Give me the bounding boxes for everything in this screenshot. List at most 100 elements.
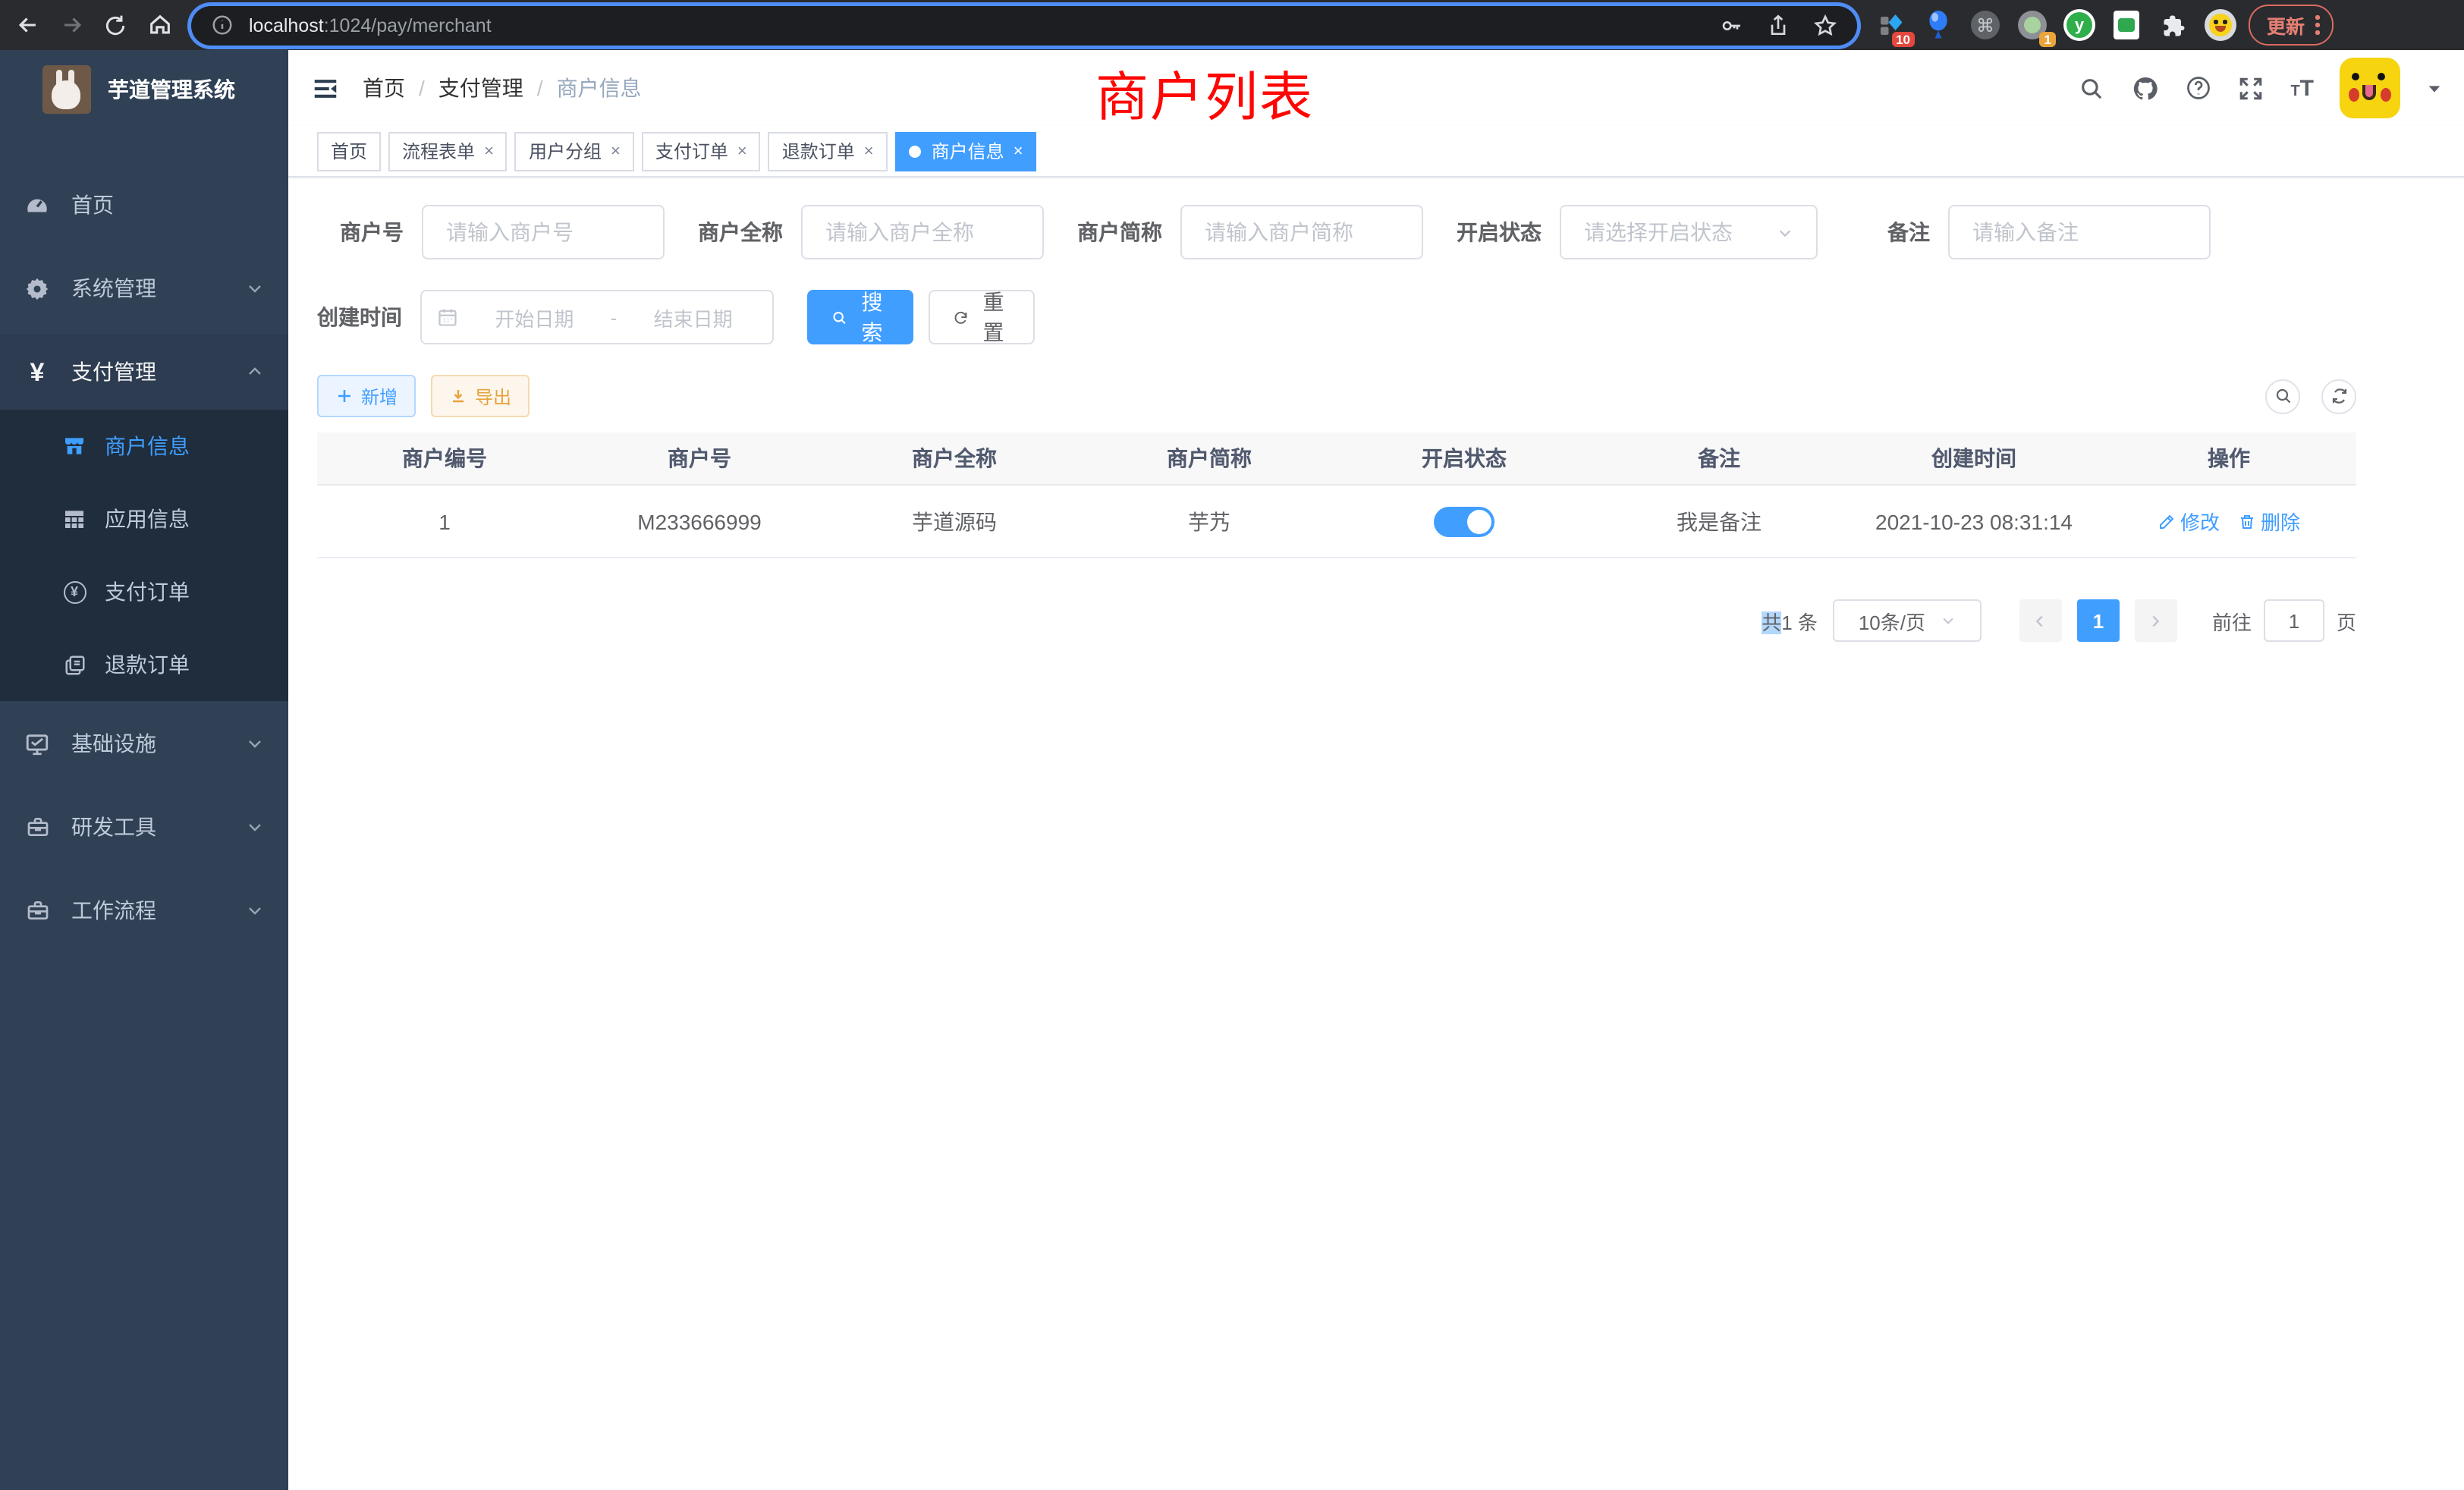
goto-label: 前往 [2212, 606, 2252, 635]
cell-short-name: 芋艿 [1082, 486, 1337, 557]
site-info-icon[interactable] [211, 14, 234, 36]
extension-badge: 1 [2040, 31, 2056, 47]
bookmark-star-icon[interactable] [1813, 13, 1837, 37]
delete-link[interactable]: 删除 [2238, 507, 2300, 536]
close-icon[interactable]: × [1014, 142, 1023, 160]
extensions-row: 10 ⌘ 1 y [1875, 9, 2236, 41]
monitor-icon [24, 731, 50, 756]
cell-merchant-index: 1 [317, 486, 572, 557]
store-icon [62, 434, 86, 458]
tab-merchant-info[interactable]: 商户信息× [895, 131, 1037, 171]
extensions-puzzle-icon[interactable] [2158, 9, 2189, 41]
help-icon[interactable] [2184, 74, 2211, 102]
chevron-down-icon [246, 279, 264, 297]
extension-tasks-icon[interactable]: 10 [1875, 9, 1907, 41]
sidebar-item-refund-order[interactable]: 退款订单 [0, 628, 288, 701]
sidebar-item-pay[interactable]: ¥ 支付管理 [0, 334, 288, 410]
font-size-icon[interactable]: TT [2290, 77, 2314, 99]
browser-toolbar: localhost:1024/pay/merchant 10 [0, 0, 2464, 50]
breadcrumb-home[interactable]: 首页 [363, 73, 405, 103]
cell-full-name: 芋道源码 [827, 486, 1082, 557]
search-form-row1: 商户号 商户全称 商户简称 开启状态 请选择开启状态 [317, 205, 2464, 259]
hamburger-icon[interactable] [288, 74, 363, 102]
page-annotation-title: 商户列表 [1095, 55, 1314, 132]
next-page-button[interactable] [2135, 599, 2177, 642]
full-name-input[interactable] [801, 205, 1044, 259]
sidebar-item-system[interactable]: 系统管理 [0, 250, 288, 326]
password-key-icon[interactable] [1719, 13, 1743, 37]
merchant-no-input[interactable] [422, 205, 665, 259]
user-avatar[interactable] [2340, 58, 2400, 118]
close-icon[interactable]: × [737, 142, 747, 160]
pagination-total: 共1 条 [1762, 606, 1818, 635]
tab-home[interactable]: 首页 [317, 131, 381, 171]
merchant-no-label: 商户号 [340, 217, 422, 247]
toggle-search-button[interactable] [2265, 379, 2300, 413]
fullscreen-icon[interactable] [2237, 74, 2264, 102]
col-header-create-time: 创建时间 [1846, 432, 2101, 484]
grid-icon [62, 507, 86, 531]
tags-bar: 首页 流程表单× 用户分组× 支付订单× 退款订单× 商户信息× [288, 126, 2464, 178]
page-number-1[interactable]: 1 [2077, 599, 2120, 642]
browser-avatar-icon[interactable] [2205, 9, 2236, 41]
close-icon[interactable]: × [484, 142, 494, 160]
app-logo[interactable]: 芋道管理系统 [0, 50, 288, 129]
goto-suffix: 页 [2337, 606, 2356, 635]
export-button[interactable]: 导出 [431, 375, 530, 417]
sidebar-item-home[interactable]: 首页 [0, 167, 288, 243]
breadcrumb-pay[interactable]: 支付管理 [438, 73, 523, 103]
header-search-icon[interactable] [2078, 74, 2105, 102]
page-size-select[interactable]: 10条/页 [1833, 599, 1982, 642]
close-icon[interactable]: × [611, 142, 621, 160]
col-header-merchant-no: 商户号 [572, 432, 827, 484]
goto-page-input[interactable] [2264, 599, 2324, 642]
app-title: 芋道管理系统 [108, 74, 235, 105]
tab-user-group[interactable]: 用户分组× [515, 131, 634, 171]
add-button[interactable]: 新增 [317, 375, 416, 417]
sidebar-item-workflow[interactable]: 工作流程 [0, 872, 288, 948]
browser-home-icon[interactable] [141, 7, 178, 43]
sidebar-item-app-info[interactable]: 应用信息 [0, 483, 288, 555]
short-name-input[interactable] [1180, 205, 1423, 259]
extension-y-icon[interactable]: y [2063, 9, 2095, 41]
tab-process-form[interactable]: 流程表单× [388, 131, 508, 171]
close-icon[interactable]: × [864, 142, 874, 160]
extension-profile-icon[interactable]: 1 [2016, 9, 2048, 41]
prev-page-button[interactable] [2019, 599, 2062, 642]
pagination: 共1 条 10条/页 1 前往 页 [317, 599, 2356, 642]
top-navbar: 首页 / 支付管理 / 商户信息 TT [288, 50, 2464, 126]
address-bar[interactable]: localhost:1024/pay/merchant [191, 5, 1857, 45]
sidebar-item-dev-tools[interactable]: 研发工具 [0, 789, 288, 865]
status-toggle[interactable] [1434, 506, 1494, 536]
date-separator: - [611, 306, 618, 328]
browser-back-icon[interactable] [9, 7, 46, 43]
sidebar: 芋道管理系统 首页 系统管理 ¥ 支付管理 [0, 50, 288, 1490]
remark-input[interactable] [1948, 205, 2211, 259]
sidebar-item-infra[interactable]: 基础设施 [0, 706, 288, 781]
share-icon[interactable] [1766, 13, 1790, 37]
status-label: 开启状态 [1457, 217, 1560, 247]
extension-balloon-icon[interactable] [1922, 9, 1954, 41]
sidebar-item-pay-order[interactable]: ¥ 支付订单 [0, 555, 288, 628]
create-time-range-picker[interactable]: 开始日期 - 结束日期 [420, 290, 774, 344]
status-select[interactable]: 请选择开启状态 [1560, 205, 1818, 259]
tab-refund-order[interactable]: 退款订单× [768, 131, 888, 171]
calendar-icon [437, 306, 458, 328]
logo-rabbit-image [42, 65, 91, 114]
reset-button[interactable]: 重置 [929, 290, 1035, 344]
extension-chat-icon[interactable] [2110, 9, 2142, 41]
pay-submenu: 商户信息 应用信息 ¥ 支付订单 退款订单 [0, 410, 288, 701]
edit-link[interactable]: 修改 [2158, 507, 2220, 536]
github-icon[interactable] [2131, 74, 2158, 102]
extension-command-icon[interactable]: ⌘ [1969, 9, 2001, 41]
caret-down-icon[interactable] [2426, 80, 2443, 96]
col-header-full-name: 商户全称 [827, 432, 1082, 484]
refresh-button[interactable] [2321, 379, 2356, 413]
sidebar-item-merchant-info[interactable]: 商户信息 [0, 410, 288, 483]
merchant-table: 商户编号 商户号 商户全称 商户简称 开启状态 备注 创建时间 操作 1 M23… [317, 432, 2356, 558]
tab-pay-order[interactable]: 支付订单× [642, 131, 761, 171]
search-button[interactable]: 搜索 [807, 290, 913, 344]
browser-menu-icon[interactable] [2315, 16, 2319, 35]
browser-reload-icon[interactable] [97, 7, 134, 43]
browser-update-button[interactable]: 更新 [2249, 5, 2333, 46]
